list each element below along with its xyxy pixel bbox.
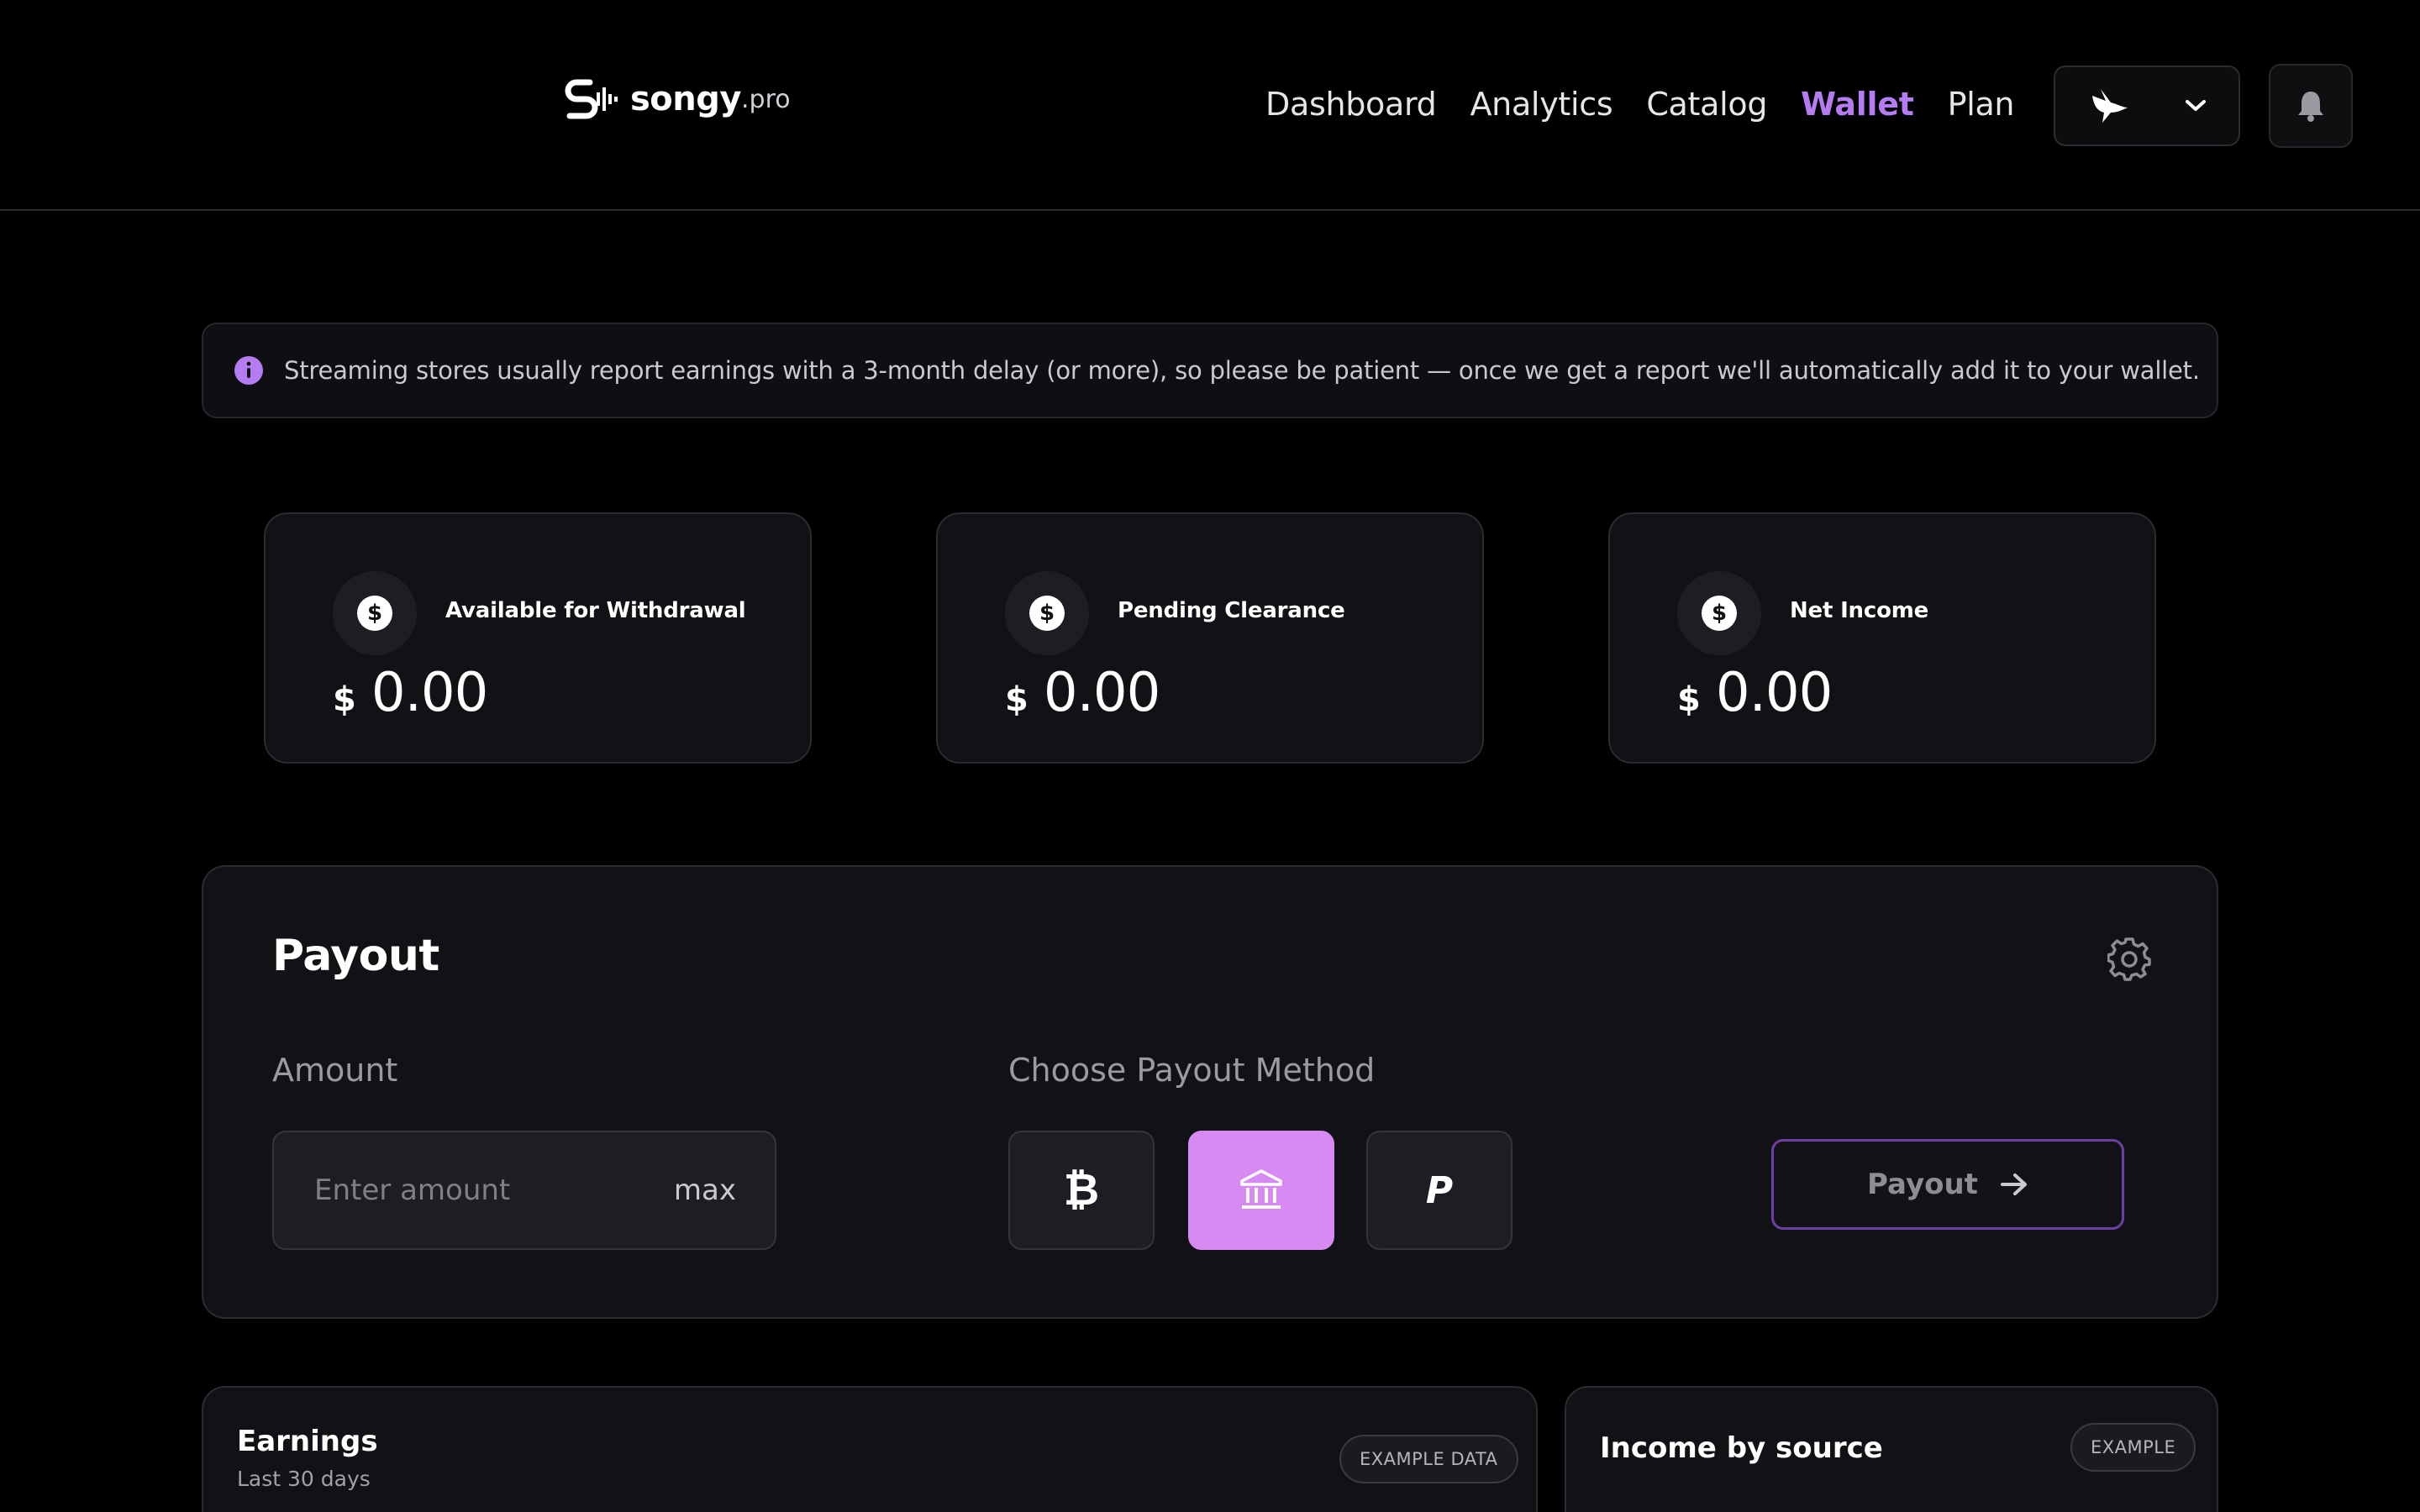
- brand-name: songy: [630, 80, 741, 118]
- amount-input[interactable]: [314, 1173, 634, 1207]
- dollar-icon: $: [1702, 596, 1737, 631]
- payout-button-label: Payout: [1867, 1168, 1978, 1201]
- stat-label: Pending Clearance: [1118, 598, 1345, 623]
- nav-plan[interactable]: Plan: [1948, 81, 2015, 128]
- paypal-icon: P: [1425, 1168, 1454, 1212]
- amount-field: max: [272, 1131, 776, 1250]
- stat-amount: 0.00: [1043, 662, 1160, 724]
- max-button[interactable]: max: [674, 1173, 736, 1207]
- stat-label: Available for Withdrawal: [445, 598, 746, 623]
- settings-gear-icon[interactable]: [2107, 937, 2151, 981]
- nav-analytics[interactable]: Analytics: [1470, 81, 1612, 128]
- stat-amount: 0.00: [1715, 662, 1833, 724]
- stat-currency: $: [1677, 680, 1701, 719]
- main-nav: Dashboard Analytics Catalog Wallet Plan: [1265, 81, 2015, 128]
- earnings-card: Earnings Last 30 days EXAMPLE DATA: [202, 1386, 1538, 1512]
- nav-wallet[interactable]: Wallet: [1801, 81, 1914, 128]
- income-by-source-card: Income by source EXAMPLE: [1565, 1386, 2218, 1512]
- logo-mark-icon: [565, 79, 618, 119]
- payout-title: Payout: [272, 931, 439, 981]
- stat-icon-wrap: $: [1005, 571, 1089, 655]
- payout-button[interactable]: Payout: [1771, 1139, 2124, 1230]
- stat-value: $ 0.00: [1677, 662, 1833, 724]
- example-badge: EXAMPLE: [2070, 1423, 2196, 1472]
- payout-method-paypal[interactable]: P: [1366, 1131, 1512, 1250]
- payout-method-label: Choose Payout Method: [1008, 1052, 1376, 1089]
- payout-method-bitcoin[interactable]: ₿: [1008, 1131, 1155, 1250]
- income-title: Income by source: [1600, 1431, 1883, 1465]
- earnings-subtitle: Last 30 days: [237, 1467, 371, 1491]
- nav-dashboard[interactable]: Dashboard: [1265, 81, 1437, 128]
- stat-currency: $: [1005, 680, 1028, 719]
- brand-tld: .pro: [740, 84, 791, 114]
- stat-icon-wrap: $: [1677, 571, 1761, 655]
- brand-logo[interactable]: songy .pro: [565, 77, 791, 121]
- notice-text: Streaming stores usually report earnings…: [284, 356, 2200, 385]
- notifications-button[interactable]: [2269, 64, 2353, 148]
- dollar-icon: $: [1029, 596, 1065, 631]
- payout-panel: Payout Amount max Choose Payout Method ₿…: [202, 865, 2218, 1319]
- stat-amount: 0.00: [371, 662, 488, 724]
- stat-currency: $: [333, 680, 356, 719]
- earnings-delay-notice: Streaming stores usually report earnings…: [202, 323, 2218, 418]
- payout-method-bank[interactable]: [1188, 1131, 1334, 1250]
- stat-card-net-income: $ Net Income $ 0.00: [1608, 512, 2156, 764]
- nav-catalog[interactable]: Catalog: [1646, 81, 1767, 128]
- stat-value: $ 0.00: [1005, 662, 1160, 724]
- stat-value: $ 0.00: [333, 662, 488, 724]
- stat-icon-wrap: $: [333, 571, 417, 655]
- info-icon: [234, 356, 263, 385]
- arrow-right-icon: [2000, 1173, 2027, 1195]
- stat-label: Net Income: [1790, 598, 1929, 623]
- amount-label: Amount: [272, 1052, 398, 1089]
- bird-icon: [2092, 89, 2128, 123]
- stat-card-available: $ Available for Withdrawal $ 0.00: [264, 512, 812, 764]
- bell-icon: [2298, 92, 2323, 122]
- bitcoin-icon: ₿: [1063, 1165, 1100, 1215]
- stat-card-pending: $ Pending Clearance $ 0.00: [936, 512, 1484, 764]
- example-data-badge: EXAMPLE DATA: [1339, 1435, 1518, 1483]
- chevron-down-icon: [2186, 100, 2206, 111]
- top-header: songy .pro Dashboard Analytics Catalog Wa…: [0, 0, 2420, 211]
- dollar-icon: $: [357, 596, 392, 631]
- profile-menu-button[interactable]: [2054, 66, 2240, 146]
- bank-icon: [1240, 1169, 1282, 1209]
- earnings-title: Earnings: [237, 1425, 378, 1458]
